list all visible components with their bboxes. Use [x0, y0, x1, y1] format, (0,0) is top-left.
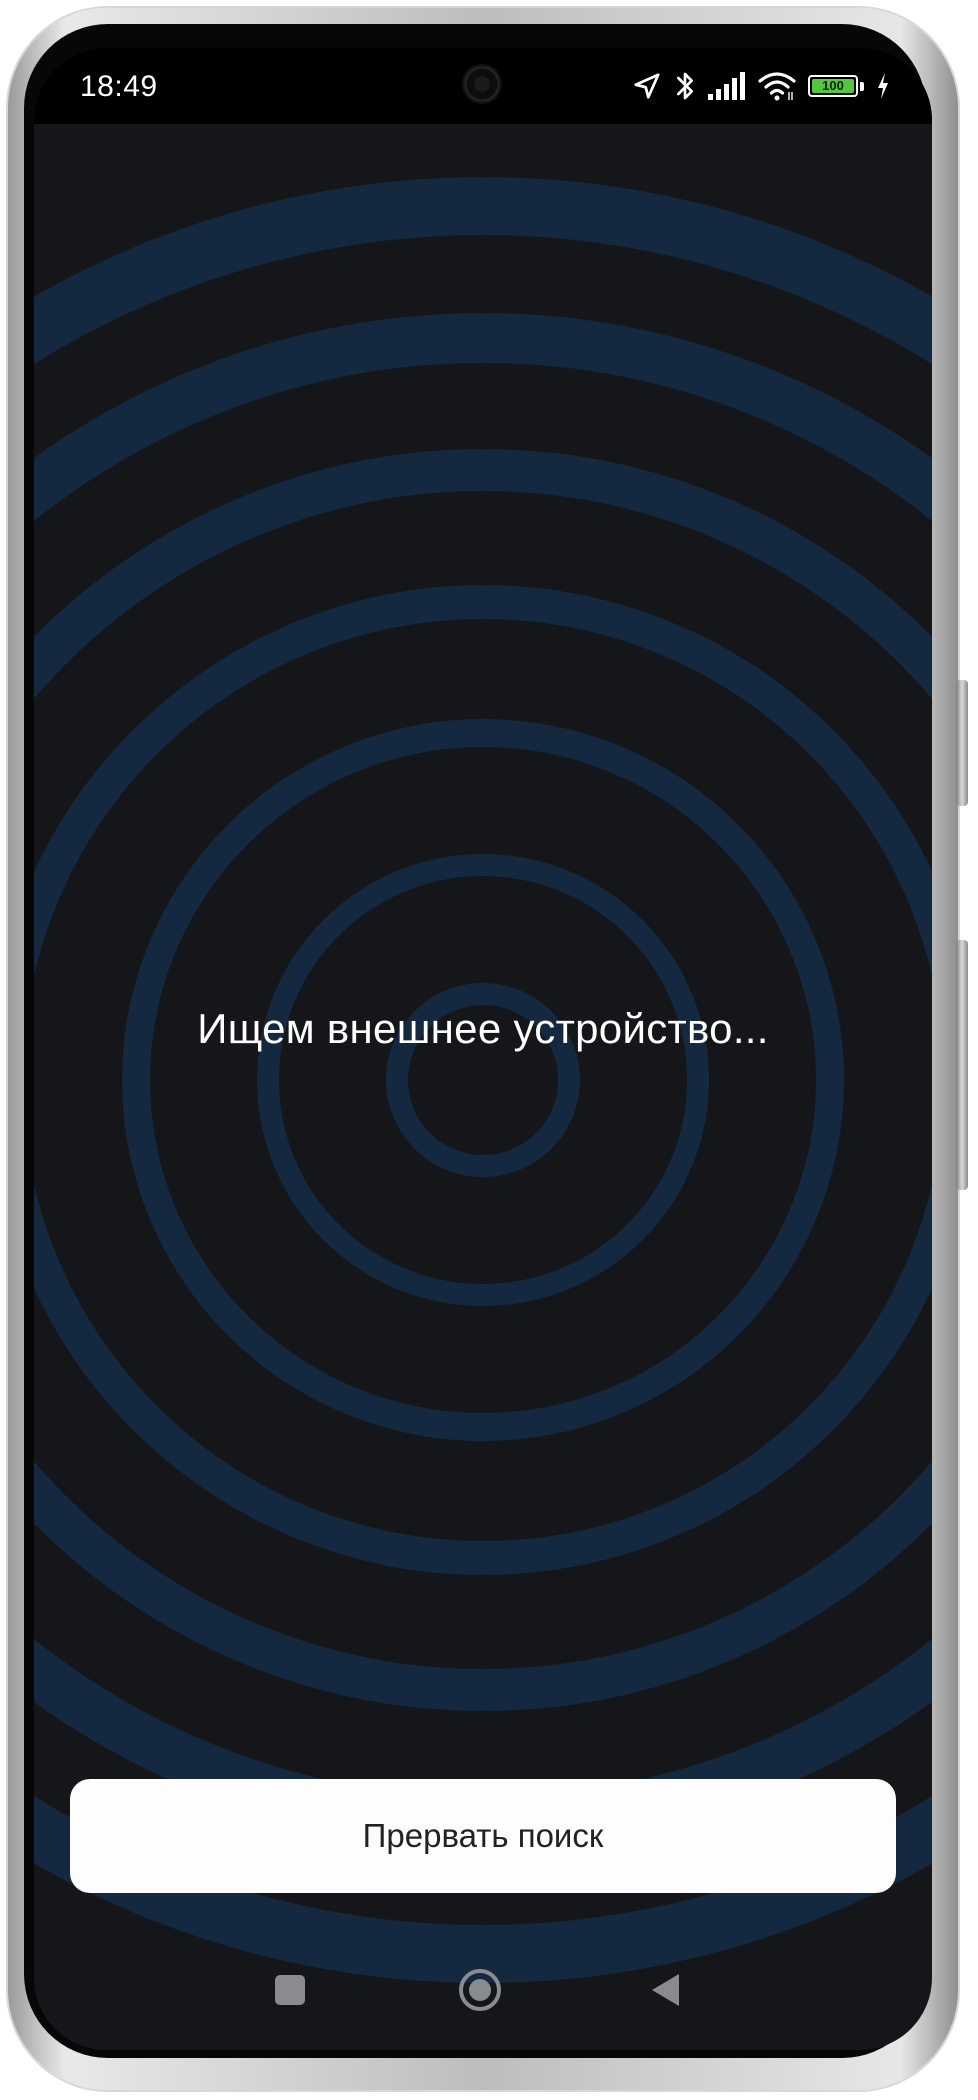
status-bar: 18:49 100	[34, 48, 932, 124]
location-arrow-icon	[634, 73, 660, 99]
charging-icon	[878, 73, 888, 99]
recent-apps-icon[interactable]	[270, 1970, 310, 2010]
phone-side-button	[956, 940, 968, 1190]
radar-ring	[257, 854, 709, 1306]
status-icons: 100	[632, 68, 890, 104]
navigation-bar	[34, 1928, 932, 2050]
status-time: 18:49	[80, 70, 158, 103]
radar-animation	[34, 177, 932, 1983]
radar-ring	[34, 449, 932, 1711]
battery-icon: 100	[808, 75, 864, 97]
battery-level: 100	[812, 79, 854, 93]
signal-icon	[708, 72, 745, 100]
front-camera	[464, 66, 500, 102]
phone-side-button	[956, 680, 968, 806]
phone-screen: 18:49 100 Ищем внешнее устройство... Пре…	[34, 48, 932, 2050]
radar-rings	[257, 854, 709, 1306]
home-icon[interactable]	[456, 1966, 504, 2014]
search-status-message: Ищем внешнее устройство...	[197, 1005, 769, 1052]
stop-search-button[interactable]: Прервать поиск	[70, 1779, 896, 1893]
wifi-icon	[758, 72, 796, 101]
bluetooth-icon	[677, 72, 694, 100]
radar-ring	[122, 719, 844, 1441]
back-icon[interactable]	[646, 1970, 686, 2010]
